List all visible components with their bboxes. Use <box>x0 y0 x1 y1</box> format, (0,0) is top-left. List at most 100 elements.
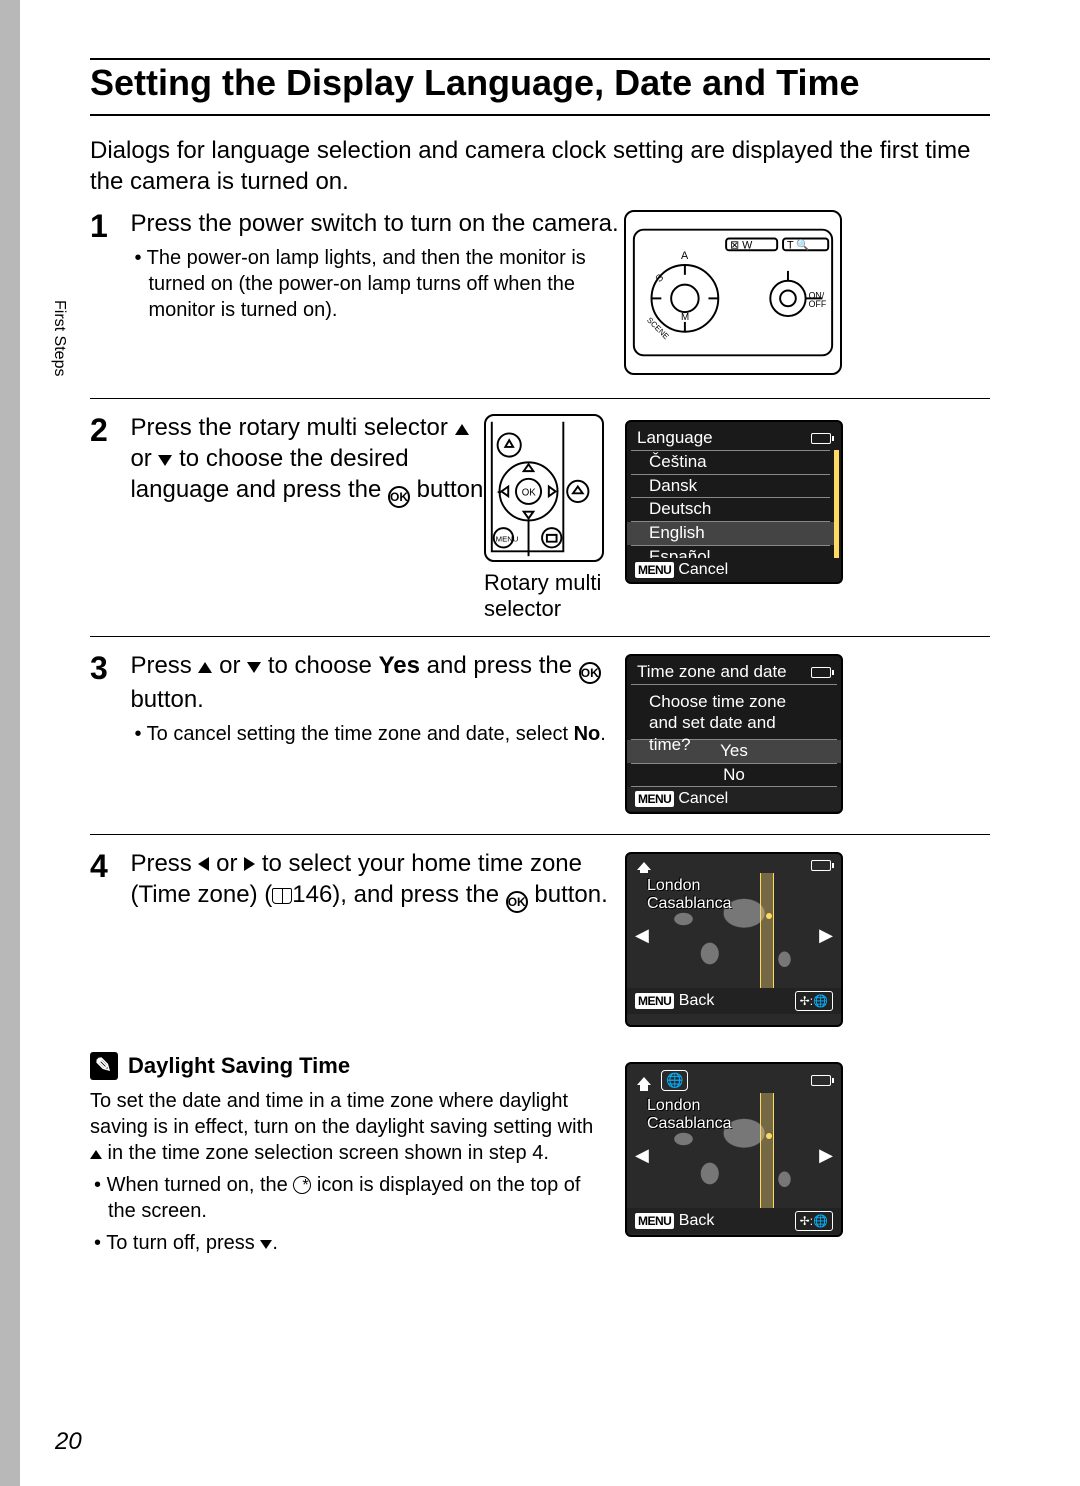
step-3-bullet-text-b: . <box>600 723 606 745</box>
page-number: 20 <box>55 1428 82 1456</box>
ok-button-icon: OK <box>506 891 528 913</box>
cancel-label: Cancel <box>678 561 728 579</box>
battery-icon <box>811 1075 831 1086</box>
language-menu-header: Language <box>627 422 841 450</box>
separator-3 <box>90 834 990 835</box>
separator-2 <box>90 636 990 637</box>
up-triangle-icon <box>198 662 212 673</box>
down-triangle-icon <box>247 662 261 673</box>
step-3-no-bold: No <box>574 723 601 745</box>
timezone-prompt-title: Time zone and date <box>637 662 787 682</box>
svg-text:OK: OK <box>522 487 537 498</box>
option-no: No <box>627 764 841 787</box>
dst-map-header: 🌐 <box>627 1064 841 1093</box>
city-london: London <box>647 877 700 894</box>
step-3-text-e: button. <box>130 686 203 713</box>
dst-bullet1-a: When turned on, the <box>107 1174 294 1196</box>
step-1: 1 Press the power switch to turn on the … <box>90 208 990 323</box>
header-rule <box>90 58 990 60</box>
dst-title: Daylight Saving Time <box>128 1053 350 1079</box>
step-1-bullet-1: The power-on lamp lights, and then the m… <box>148 245 630 323</box>
lang-item-dansk: Dansk <box>627 475 834 498</box>
down-triangle-icon <box>260 1240 272 1249</box>
ok-button-icon: OK <box>388 486 410 508</box>
step-1-number: 1 <box>90 208 126 245</box>
step-3-text-c: to choose <box>261 652 378 679</box>
right-triangle-icon <box>244 857 255 871</box>
step-4-text-b: or <box>209 850 244 877</box>
dst-bullet-1: When turned on, the icon is displayed on… <box>108 1172 610 1224</box>
step-3-bullet-text-a: To cancel setting the time zone and date… <box>147 723 574 745</box>
right-arrow-icon: ▶ <box>819 925 833 946</box>
left-arrow-icon: ◀ <box>635 1145 649 1166</box>
step-4: 4 Press or to select your home time zone… <box>90 848 990 913</box>
step-4-number: 4 <box>90 848 126 885</box>
svg-text:T 🔍: T 🔍 <box>787 237 810 251</box>
step-3-yes-bold: Yes <box>379 652 420 679</box>
step-4-heading: Press or to select your home time zone (… <box>130 848 630 913</box>
timezone-prompt-header: Time zone and date <box>627 656 841 684</box>
dst-body-a: To set the date and time in a time zone … <box>90 1090 593 1138</box>
timezone-prompt-lcd: Time zone and date Choose time zone and … <box>625 654 843 814</box>
step-4-text-a: Press <box>130 850 198 877</box>
world-map: ◀ ▶ London Casablanca <box>633 1093 835 1208</box>
dst-body-b: in the time zone selection screen shown … <box>102 1142 549 1164</box>
right-arrow-icon: ▶ <box>819 1145 833 1166</box>
rotary-selector-caption: Rotary multi selector <box>484 570 614 623</box>
cancel-label: Cancel <box>678 790 728 808</box>
intro-text: Dialogs for language selection and camer… <box>90 135 990 197</box>
lang-item-english-selected: English <box>627 522 834 545</box>
city-london: London <box>647 1097 700 1114</box>
timezone-map-lcd: ◀ ▶ London Casablanca MENU Back ✢:🌐 <box>625 852 843 1027</box>
rotary-selector-illustration: OK ✦ MENU <box>484 414 604 562</box>
menu-badge-icon: MENU <box>635 562 674 578</box>
step-3: 3 Press or to choose Yes and press the O… <box>90 650 990 747</box>
left-triangle-icon <box>198 857 209 871</box>
left-arrow-icon: ◀ <box>635 925 649 946</box>
page-edge-gray <box>0 0 20 1486</box>
separator-1 <box>90 398 990 399</box>
battery-icon <box>811 667 831 678</box>
step-3-heading: Press or to choose Yes and press the OK … <box>130 650 620 715</box>
lang-item-cestina: Čeština <box>627 451 834 474</box>
page-title: Setting the Display Language, Date and T… <box>90 62 990 116</box>
down-triangle-icon <box>158 455 172 466</box>
dpad-dst-icon: ✢:🌐 <box>795 1211 833 1231</box>
step-2-number: 2 <box>90 412 126 449</box>
step-4-page-ref: 146), and press the <box>292 881 505 908</box>
svg-text:OFF: OFF <box>809 299 827 309</box>
svg-text:M: M <box>681 312 689 323</box>
dpad-dst-icon: ✢:🌐 <box>795 991 833 1011</box>
step-2-text-a: Press the rotary multi selector <box>130 414 454 441</box>
dst-note: Daylight Saving Time To set the date and… <box>90 1052 610 1256</box>
svg-text:✦: ✦ <box>496 487 504 498</box>
ok-button-icon: OK <box>579 662 601 684</box>
dst-bullet-2: To turn off, press . <box>108 1230 610 1256</box>
step-4-text-d: button. <box>528 881 608 908</box>
menu-badge-icon: MENU <box>635 1213 674 1229</box>
dst-icon <box>293 1176 311 1194</box>
dst-map-lcd: 🌐 ◀ ▶ London Casablanca MENU Back ✢:🌐 <box>625 1062 843 1237</box>
timezone-highlight <box>760 1093 774 1208</box>
step-2-text-b: or <box>130 445 158 472</box>
menu-badge-icon: MENU <box>635 791 674 807</box>
dst-enabled-icon: 🌐 <box>661 1070 688 1091</box>
step-3-text-d: and press the <box>420 652 579 679</box>
up-triangle-icon <box>455 424 469 435</box>
back-label: Back <box>679 992 715 1009</box>
language-menu-footer: MENU Cancel <box>625 558 843 584</box>
lang-item-deutsch: Deutsch <box>627 498 834 521</box>
menu-badge-icon: MENU <box>635 993 674 1009</box>
svg-text:MENU: MENU <box>496 535 519 544</box>
language-menu-title: Language <box>637 428 713 448</box>
dst-body: To set the date and time in a time zone … <box>90 1088 610 1166</box>
up-triangle-icon <box>90 1150 102 1159</box>
step-3-text-a: Press <box>130 652 198 679</box>
step-2-text-d: button. <box>410 476 490 503</box>
dst-bullet2-b: . <box>272 1232 278 1254</box>
svg-text:A: A <box>681 250 689 262</box>
home-icon <box>637 1077 651 1085</box>
note-pencil-icon <box>90 1052 118 1080</box>
svg-text:⊠ W: ⊠ W <box>730 239 753 251</box>
home-icon <box>637 862 651 870</box>
